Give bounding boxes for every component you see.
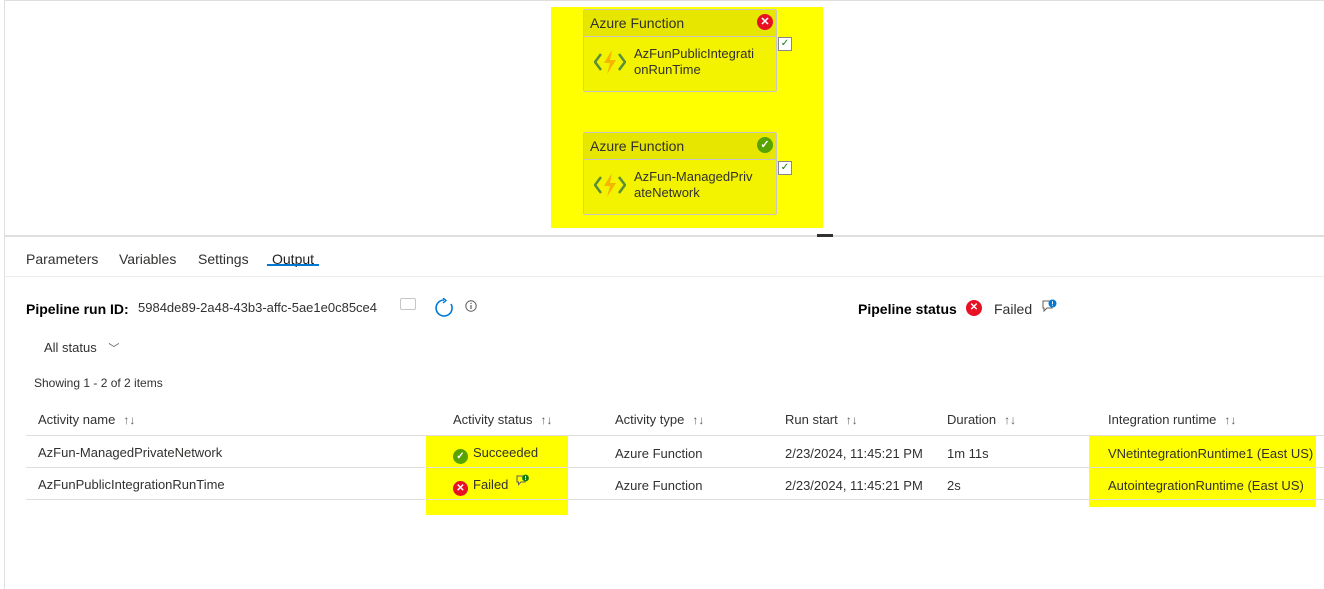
error-icon: ✕ — [757, 14, 773, 30]
tab-variables[interactable]: Variables — [119, 251, 176, 267]
sort-icon[interactable]: ↑↓ — [1224, 413, 1236, 427]
azure-function-icon — [594, 173, 626, 197]
activity-name: AzFunPublicIntegrationRunTime — [634, 46, 754, 77]
sort-icon[interactable]: ↑↓ — [540, 413, 552, 427]
status-filter-dropdown[interactable]: All status ﹀ — [44, 340, 119, 356]
sort-icon[interactable]: ↑↓ — [123, 413, 135, 427]
check-circle-icon: ✓ — [757, 137, 773, 153]
status-filter-label: All status — [44, 340, 97, 355]
row-separator — [26, 499, 1324, 500]
activity-name-cell[interactable]: AzFun-ManagedPrivateNetwork — [38, 445, 222, 460]
refresh-icon[interactable] — [434, 298, 454, 318]
pipeline-status-label: Pipeline status — [858, 301, 957, 317]
error-icon: ✕ — [453, 481, 468, 496]
activity-card-public[interactable]: Azure Function ✕ AzFunPublicIntegrationR… — [583, 9, 777, 92]
integration-runtime-cell: VNetintegrationRuntime1 (East US) — [1108, 446, 1314, 461]
panel-border — [4, 277, 5, 589]
activity-name-cell[interactable]: AzFunPublicIntegrationRunTime — [38, 477, 225, 492]
tab-parameters[interactable]: Parameters — [26, 251, 98, 267]
column-header-activity-name[interactable]: Activity name ↑↓ — [38, 411, 135, 429]
activity-type-label: Azure Function — [590, 138, 685, 154]
error-details-icon[interactable] — [1041, 299, 1057, 314]
chevron-down-icon: ﹀ — [108, 343, 120, 355]
pipeline-run-id-value: 5984de89-2a48-43b3-affc-5ae1e0c85ce4 — [138, 300, 378, 315]
active-tab-indicator — [267, 264, 319, 266]
column-header-activity-status[interactable]: Activity status ↑↓ — [453, 411, 552, 429]
activity-status-cell: ✕ Failed — [453, 477, 508, 496]
activity-type-label: Azure Function — [590, 15, 685, 31]
sort-icon[interactable]: ↑↓ — [1004, 413, 1016, 427]
activity-card-managed[interactable]: Azure Function ✓ AzFun-ManagedPrivateNet… — [583, 132, 777, 215]
duration-cell: 1m 11s — [947, 446, 989, 461]
column-header-integration-runtime[interactable]: Integration runtime ↑↓ — [1108, 411, 1236, 429]
azure-function-icon — [594, 50, 626, 74]
activity-checkbox[interactable]: ✓ — [778, 37, 792, 51]
column-header-activity-type[interactable]: Activity type ↑↓ — [615, 411, 704, 429]
activity-type-cell: Azure Function — [615, 446, 703, 461]
info-icon[interactable] — [465, 300, 477, 312]
activity-card-header: Azure Function ✓ — [584, 133, 776, 160]
integration-runtime-cell: AutointegrationRuntime (East US) — [1108, 478, 1304, 493]
pipeline-status-value: Failed — [994, 301, 1033, 317]
copy-icon[interactable] — [400, 298, 416, 310]
activity-name: AzFun-ManagedPrivateNetwork — [634, 169, 753, 200]
column-header-duration[interactable]: Duration ↑↓ — [947, 411, 1016, 429]
activity-type-cell: Azure Function — [615, 478, 703, 493]
tab-settings[interactable]: Settings — [198, 251, 249, 267]
activity-checkbox[interactable]: ✓ — [778, 161, 792, 175]
sort-icon[interactable]: ↑↓ — [692, 413, 704, 427]
activity-status-cell: ✓ Succeeded — [453, 445, 538, 464]
pipeline-run-id-label: Pipeline run ID: — [26, 301, 129, 317]
error-icon: ✕ — [966, 300, 982, 316]
error-details-icon[interactable] — [516, 474, 530, 487]
items-count-text: Showing 1 - 2 of 2 items — [34, 376, 163, 390]
activity-card-header: Azure Function ✕ — [584, 10, 776, 37]
tab-bar: Parameters Variables Settings Output — [4, 237, 1324, 277]
check-circle-icon: ✓ — [453, 449, 468, 464]
duration-cell: 2s — [947, 478, 961, 493]
run-start-cell: 2/23/2024, 11:45:21 PM — [785, 446, 923, 461]
sort-icon[interactable]: ↑↓ — [846, 413, 858, 427]
column-header-run-start[interactable]: Run start ↑↓ — [785, 411, 858, 429]
run-start-cell: 2/23/2024, 11:45:21 PM — [785, 478, 923, 493]
